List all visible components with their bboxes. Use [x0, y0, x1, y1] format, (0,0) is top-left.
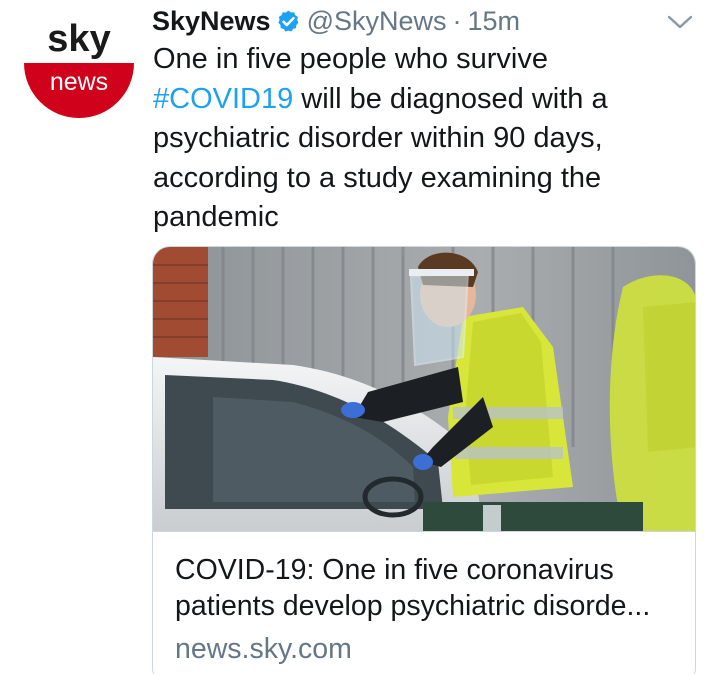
card-title-line: patients develop psychiatric disorde... [175, 590, 651, 622]
svg-text:sky: sky [47, 18, 110, 60]
hashtag-link[interactable]: #COVID19 [153, 83, 293, 115]
card-image [153, 247, 695, 531]
tweet-text: One in five people who survive #COVID19 … [153, 40, 713, 238]
tweet-text-line: psychiatric disorder within 90 days, [153, 122, 603, 154]
card-title-line: COVID-19: One in five coronavirus [175, 554, 614, 586]
tweet-text-fragment: will be diagnosed with a [293, 82, 608, 115]
avatar[interactable]: sky news [24, 8, 134, 118]
verified-badge-icon [276, 9, 301, 34]
sky-news-logo: sky news [24, 8, 134, 118]
card-domain: news.sky.com [175, 633, 352, 665]
separator-dot: · [452, 5, 462, 36]
timestamp[interactable]: 15m [468, 6, 521, 37]
tweet-text-line: according to a study examining the [153, 161, 602, 194]
author-handle[interactable]: @SkyNews [307, 6, 447, 37]
display-name[interactable]: SkyNews [152, 6, 271, 37]
tweet-header: SkyNews @SkyNews · 15m [152, 3, 520, 39]
card-divider [153, 531, 695, 532]
link-card[interactable]: COVID-19: One in five coronavirus patien… [152, 246, 696, 674]
chevron-down-icon [667, 15, 693, 29]
card-title[interactable]: COVID-19: One in five coronavirus patien… [175, 552, 685, 624]
tweet-menu-button[interactable] [664, 8, 696, 36]
svg-text:news: news [50, 68, 108, 96]
tweet-text-line: #COVID19 will be diagnosed with a [153, 80, 713, 120]
tweet-text-line: One in five people who survive [153, 43, 548, 75]
tweet-text-line: pandemic [153, 201, 279, 233]
